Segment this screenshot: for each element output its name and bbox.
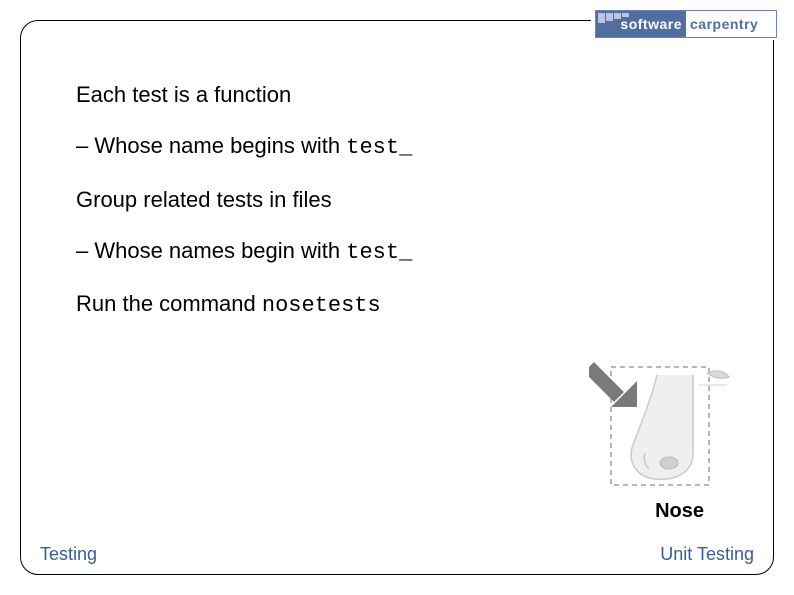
logo-left: software (596, 11, 686, 37)
bullet-3: Group related tests in files (76, 187, 734, 212)
software-carpentry-logo: software carpentry (595, 10, 777, 38)
slide: software carpentry Each test is a functi… (0, 0, 794, 595)
slide-content: Each test is a function – Whose name beg… (76, 82, 734, 344)
bullet-5-text: Run the command (76, 291, 262, 316)
bullet-1: Each test is a function (76, 82, 734, 107)
figure-caption: Nose (655, 500, 704, 523)
nose-figure (589, 345, 734, 500)
bullet-4: – Whose names begin with test_ (76, 238, 734, 265)
footer-left: Testing (40, 544, 97, 565)
bullet-4-code: test_ (346, 240, 412, 265)
footer-right: Unit Testing (660, 544, 754, 565)
logo-container: software carpentry (591, 10, 781, 40)
logo-right: carpentry (686, 11, 776, 37)
bullet-4-text: – Whose names begin with (76, 238, 346, 263)
bullet-5-code: nosetests (262, 293, 381, 318)
bullet-2-text: – Whose name begins with (76, 133, 346, 158)
arrow-icon (589, 367, 637, 407)
logo-accent (598, 13, 638, 23)
bullet-2-code: test_ (346, 135, 412, 160)
bullet-5: Run the command nosetests (76, 291, 734, 318)
bullet-2: – Whose name begins with test_ (76, 133, 734, 160)
logo-right-word: carpentry (690, 17, 758, 31)
